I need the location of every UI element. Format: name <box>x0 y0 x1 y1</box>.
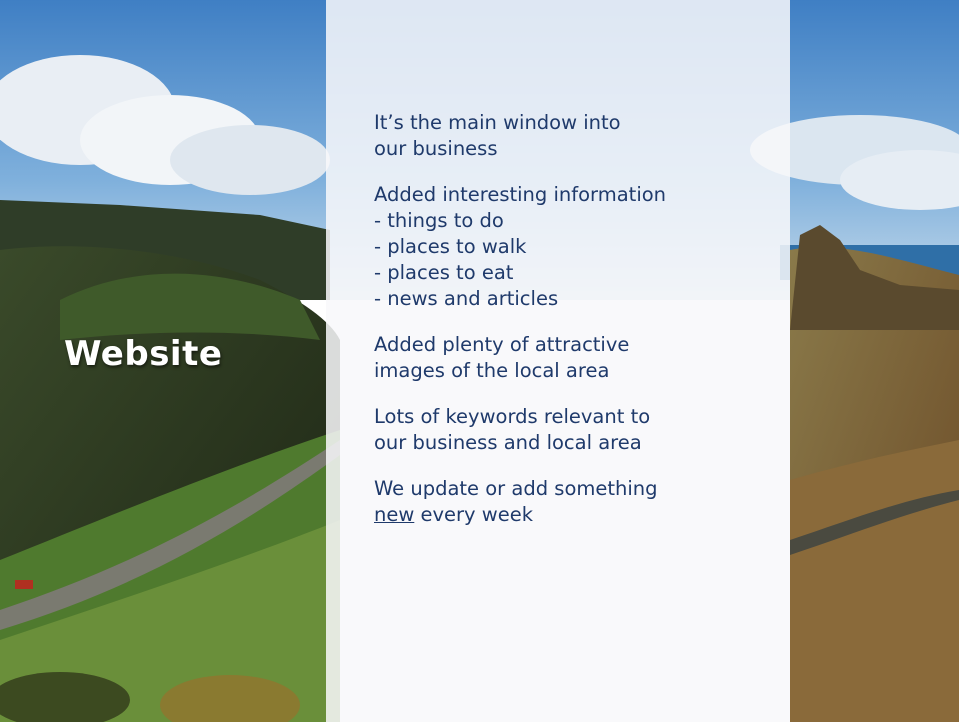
list-item: - news and articles <box>374 287 559 310</box>
underlined-word: new <box>374 503 415 526</box>
text-line: new every week <box>374 502 774 528</box>
text-line: It’s the main window into <box>374 111 621 134</box>
slide: Website It’s the main window into our bu… <box>0 0 959 722</box>
text-fragment: every week <box>414 503 534 526</box>
paragraph-keywords: Lots of keywords relevant to our busines… <box>374 404 774 456</box>
text-line: our business <box>374 137 498 160</box>
paragraph-main-window: It’s the main window into our business <box>374 110 774 162</box>
bullet-content: It’s the main window into our business A… <box>374 110 774 548</box>
list-item: - places to eat <box>374 261 514 284</box>
text-line: We update or add something <box>374 477 658 500</box>
paragraph-weekly-update: We update or add something new every wee… <box>374 476 774 528</box>
text-line: Lots of keywords relevant to <box>374 405 651 428</box>
text-line: images of the local area <box>374 359 610 382</box>
text-line: Added interesting information <box>374 183 667 206</box>
text-line: our business and local area <box>374 431 642 454</box>
paragraph-interesting-information: Added interesting information - things t… <box>374 182 774 312</box>
paragraph-attractive-images: Added plenty of attractive images of the… <box>374 332 774 384</box>
list-item: - things to do <box>374 209 504 232</box>
text-line: Added plenty of attractive <box>374 333 630 356</box>
slide-title: Website <box>64 334 223 374</box>
list-item: - places to walk <box>374 235 527 258</box>
